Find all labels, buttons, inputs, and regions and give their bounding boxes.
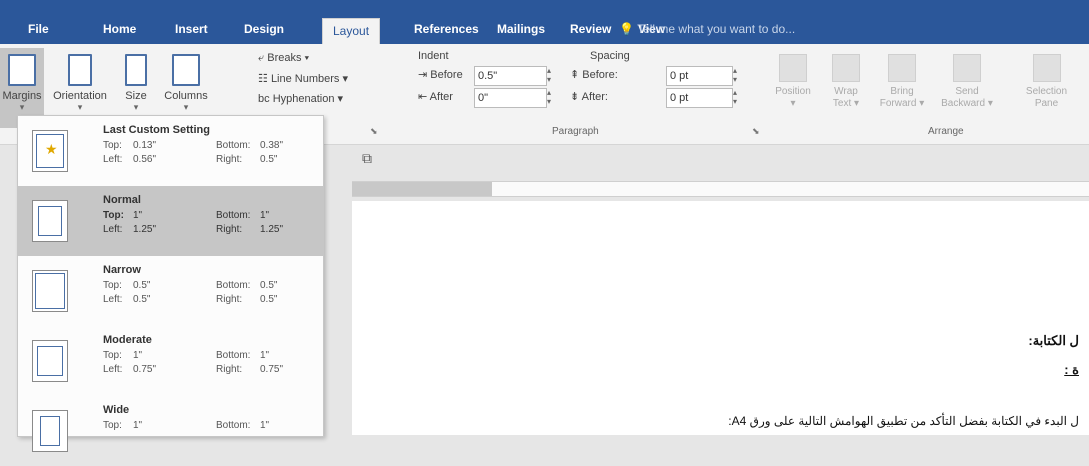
margin-option-name: Last Custom Setting xyxy=(103,124,210,136)
horizontal-ruler[interactable] xyxy=(352,181,1089,197)
breaks-button[interactable]: ⤶ Breaks ▾ xyxy=(258,52,309,65)
chevron-down-icon: ▾ xyxy=(19,102,25,112)
margin-option-name: Moderate xyxy=(103,334,152,346)
tell-me-text: Tell me what you want to do... xyxy=(637,22,796,36)
margin-option-name: Narrow xyxy=(103,264,141,276)
tell-me-search[interactable]: 💡 Tell me what you want to do... xyxy=(619,14,795,44)
chevron-down-icon: ▾ xyxy=(77,102,83,112)
tab-file[interactable]: File xyxy=(28,14,49,44)
tab-review[interactable]: Review xyxy=(570,14,611,44)
hyphenation-button[interactable]: bc Hyphenation ▾ xyxy=(258,92,343,105)
doc-heading-2: ة : xyxy=(1064,362,1079,377)
columns-label: Columns xyxy=(164,90,208,102)
spacing-after-spinner[interactable]: ▴ ▾ xyxy=(733,88,741,106)
position-button[interactable]: Position ▾ xyxy=(770,50,816,130)
size-icon xyxy=(125,54,147,86)
lightbulb-icon: 💡 xyxy=(619,22,634,36)
indent-left-icon: ⇥ xyxy=(418,69,428,81)
line-numbers-icon: ☷ xyxy=(258,73,268,85)
navigation-pane-icon[interactable]: ⧉ xyxy=(362,150,372,167)
margin-option-narrow[interactable]: Narrow Top: 0.5" Bottom: 0.5" Left: 0.5"… xyxy=(18,256,323,326)
tab-references[interactable]: References xyxy=(414,14,479,44)
paragraph-launcher-icon[interactable]: ⬊ xyxy=(752,126,760,137)
wrap-text-icon xyxy=(832,54,860,82)
document-page[interactable]: ل الكتابة: ة : ل البدء في الكتابة بفضل ا… xyxy=(352,201,1089,435)
line-numbers-button[interactable]: ☷ Line Numbers ▾ xyxy=(258,72,348,85)
orientation-label: Orientation xyxy=(53,90,107,102)
tab-design[interactable]: Design xyxy=(244,14,284,44)
selection-pane-button[interactable]: Selection Pane xyxy=(1004,50,1089,130)
chevron-down-icon: ▾ xyxy=(133,102,139,112)
paragraph-group-label: Paragraph xyxy=(552,126,599,137)
last-custom-margin-thumb-icon: ★ xyxy=(32,130,68,172)
breaks-label: Breaks ▾ xyxy=(267,52,310,64)
spacing-after-label: ⇟ After: xyxy=(570,91,608,103)
spacing-before-label: ⇞ Before: xyxy=(570,69,618,81)
wide-margin-thumb-icon xyxy=(32,410,68,452)
ribbon-tab-bar: File Home Insert Design Layout Reference… xyxy=(0,0,1089,45)
tab-insert[interactable]: Insert xyxy=(175,14,208,44)
page-setup-launcher-icon[interactable]: ⬊ xyxy=(370,126,378,137)
normal-margin-thumb-icon xyxy=(32,200,68,242)
arrange-group-label: Arrange xyxy=(928,126,964,137)
spacing-before-icon: ⇞ xyxy=(570,69,580,81)
margin-option-last-custom[interactable]: ★ Last Custom Setting Top: 0.13" Bottom:… xyxy=(18,116,323,186)
spacing-after-field[interactable]: 0 pt xyxy=(666,88,733,108)
indent-before-label: ⇥ Before xyxy=(418,69,463,81)
selection-pane-icon xyxy=(1032,54,1061,82)
margin-option-name: Normal xyxy=(103,194,141,206)
margins-dropdown: ★ Last Custom Setting Top: 0.13" Bottom:… xyxy=(17,115,324,452)
size-label: Size xyxy=(125,90,147,102)
star-icon: ★ xyxy=(45,141,58,157)
margins-label: Margins xyxy=(2,90,42,102)
position-icon xyxy=(779,54,807,82)
breaks-icon: ⤶ xyxy=(258,52,265,64)
margin-option-moderate[interactable]: Moderate Top: 1" Bottom: 1" Left: 0.75" … xyxy=(18,326,323,396)
tab-mailings[interactable]: Mailings xyxy=(497,14,545,44)
indent-title: Indent xyxy=(418,50,449,62)
bring-forward-icon xyxy=(888,54,916,82)
moderate-margin-thumb-icon xyxy=(32,340,68,382)
doc-paragraph: ل البدء في الكتابة بفضل التأكد من تطبيق … xyxy=(728,414,1079,428)
orientation-icon xyxy=(68,54,92,86)
indent-right-icon: ⇤ xyxy=(418,91,428,103)
columns-icon xyxy=(172,54,200,86)
ruler-margin xyxy=(352,182,492,196)
indent-before-field[interactable]: 0.5" xyxy=(474,66,547,86)
indent-before-spinner[interactable]: ▴ ▾ xyxy=(547,66,555,84)
margin-option-normal[interactable]: Normal Top: 1" Bottom: 1" Left: 1.25" Ri… xyxy=(18,186,323,256)
spacing-title: Spacing xyxy=(590,50,630,62)
tab-layout[interactable]: Layout xyxy=(322,18,381,45)
narrow-margin-thumb-icon xyxy=(32,270,68,312)
doc-heading-1: ل الكتابة: xyxy=(1028,333,1079,348)
send-backward-icon xyxy=(953,54,981,82)
margin-option-name: Wide xyxy=(103,404,130,416)
hyphenation-icon: bc xyxy=(258,93,270,105)
indent-after-label: ⇤ After xyxy=(418,91,453,103)
spacing-after-icon: ⇟ xyxy=(570,91,580,103)
indent-after-field[interactable]: 0" xyxy=(474,88,547,108)
line-numbers-label: Line Numbers ▾ xyxy=(270,73,348,85)
chevron-down-icon: ▾ xyxy=(183,102,189,112)
margin-option-wide[interactable]: Wide Top: 1" Bottom: 1" xyxy=(18,396,323,466)
bring-forward-button[interactable]: Bring Forward ▾ xyxy=(874,50,930,130)
margins-icon xyxy=(8,54,36,86)
tab-home[interactable]: Home xyxy=(103,14,136,44)
hyphenation-label: Hyphenation ▾ xyxy=(272,93,344,105)
send-backward-button[interactable]: Send Backward ▾ xyxy=(936,50,998,130)
indent-after-spinner[interactable]: ▴ ▾ xyxy=(547,88,555,106)
spacing-before-spinner[interactable]: ▴ ▾ xyxy=(733,66,741,84)
spacing-before-field[interactable]: 0 pt xyxy=(666,66,733,86)
wrap-text-button[interactable]: Wrap Text ▾ xyxy=(826,50,866,130)
